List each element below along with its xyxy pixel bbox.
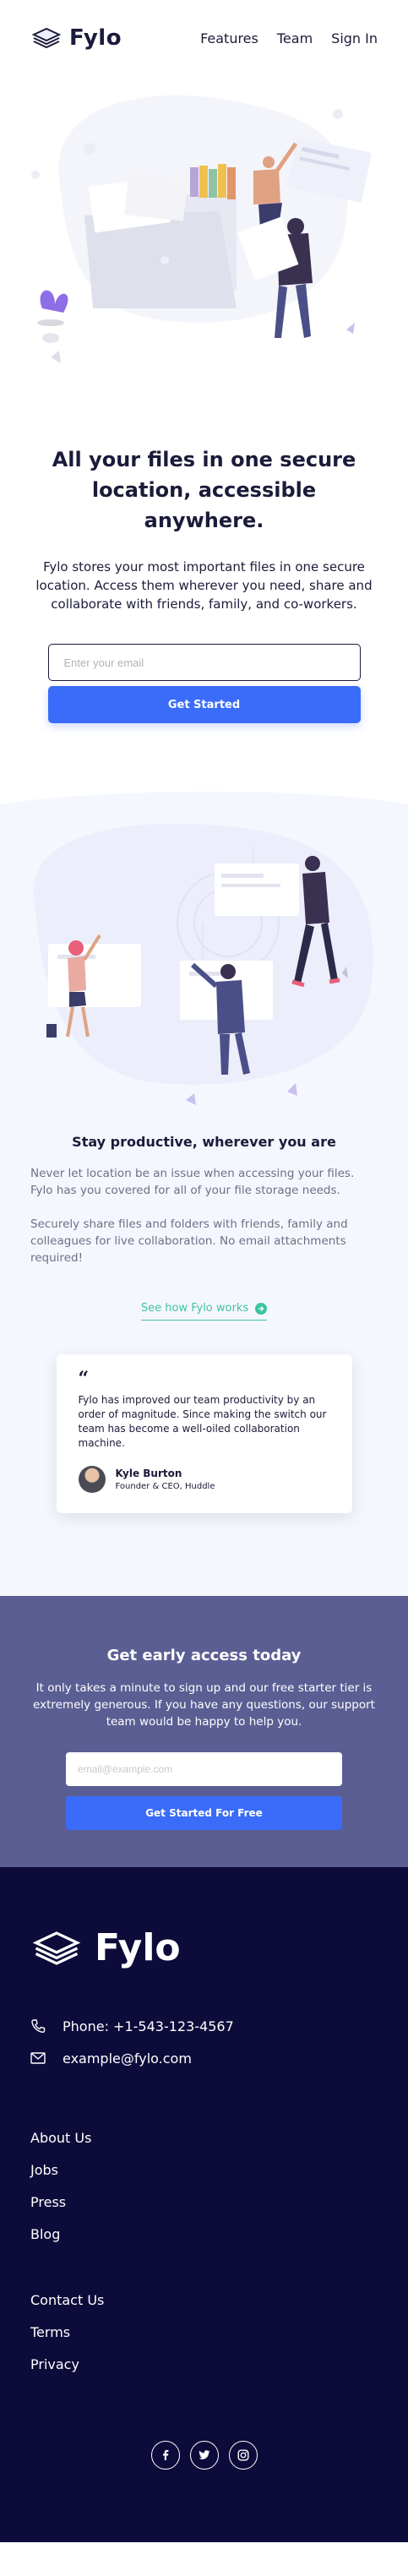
early-access-email-input[interactable] [66,1752,342,1786]
logo-text: Fylo [69,25,122,51]
early-access-section: Get early access today It only takes a m… [0,1596,408,1867]
hero-section: All your files in one secure location, a… [0,444,408,723]
get-started-free-button[interactable]: Get Started For Free [66,1796,342,1830]
phone-icon [31,2019,46,2034]
testimonial-author: Kyle Burton Founder & CEO, Huddle [78,1466,334,1493]
footer-phone-text: Phone: +1-543-123-4567 [63,2018,234,2034]
site-footer: Fylo Phone: +1-543-123-4567 example@fylo… [0,1867,408,2542]
footer-email-text: example@fylo.com [63,2050,192,2067]
footer-links-col2: Contact Us Terms Privacy [30,2292,378,2388]
early-access-description: It only takes a minute to sign up and ou… [33,1681,375,1729]
footer-link-jobs[interactable]: Jobs [30,2162,378,2194]
hero-title: All your files in one secure location, a… [52,448,356,532]
email-icon [30,2052,46,2064]
footer-email: example@fylo.com [30,2045,378,2071]
see-how-link-wrap: See how Fylo works [30,1302,378,1321]
productive-paragraph-2: Securely share files and folders with fr… [30,1217,348,1265]
see-how-link-label: See how Fylo works [140,1302,249,1315]
testimonial-card: “ Fylo has improved our team productivit… [56,1354,352,1513]
footer-link-terms[interactable]: Terms [30,2324,378,2356]
productive-paragraph-1: Never let location be an issue when acce… [30,1167,355,1197]
hero-description: Fylo stores your most important files in… [35,559,373,612]
footer-link-press[interactable]: Press [30,2194,378,2226]
productive-text: Stay productive, wherever you are Never … [0,1134,408,1321]
early-access-title: Get early access today [106,1647,302,1664]
instagram-icon[interactable] [228,2441,258,2470]
footer-logo[interactable]: Fylo [30,1926,378,1969]
footer-link-blog[interactable]: Blog [30,2226,378,2258]
fylo-logo-icon [32,1931,81,1965]
productive-illustration [0,779,408,1134]
testimonial-text: Fylo has improved our team productivity … [78,1394,327,1449]
quote-icon: “ [78,1368,90,1390]
footer-contact: Phone: +1-543-123-4567 example@fylo.com [30,2013,378,2071]
author-name: Kyle Burton [115,1468,182,1479]
footer-link-about-us[interactable]: About Us [30,2130,378,2162]
avatar [78,1466,106,1493]
fylo-logo-icon [31,27,62,49]
site-header: Fylo Features Team Sign In [0,0,408,76]
social-links [30,2441,378,2470]
twitter-icon[interactable] [189,2441,219,2470]
see-how-fylo-works-link[interactable]: See how Fylo works [140,1302,268,1321]
footer-link-privacy[interactable]: Privacy [30,2356,378,2388]
arrow-right-icon [255,1302,268,1315]
productive-title: Stay productive, wherever you are [72,1134,336,1150]
nav-team-link[interactable]: Team [277,30,313,46]
hero-email-input[interactable] [47,644,361,681]
get-started-button[interactable]: Get Started [47,686,361,723]
footer-phone: Phone: +1-543-123-4567 [30,2013,378,2039]
facebook-icon[interactable] [150,2441,180,2470]
footer-logo-text: Fylo [95,1926,181,1969]
hero-illustration [0,76,408,397]
author-role: Founder & CEO, Huddle [115,1482,215,1491]
footer-links-col1: About Us Jobs Press Blog [30,2130,378,2258]
nav-sign-in-link[interactable]: Sign In [331,30,378,46]
footer-link-contact-us[interactable]: Contact Us [30,2292,378,2324]
main-nav: Features Team Sign In [200,30,378,46]
productive-section: Stay productive, wherever you are Never … [0,779,408,1596]
nav-features-link[interactable]: Features [200,30,258,46]
logo[interactable]: Fylo [30,25,122,51]
